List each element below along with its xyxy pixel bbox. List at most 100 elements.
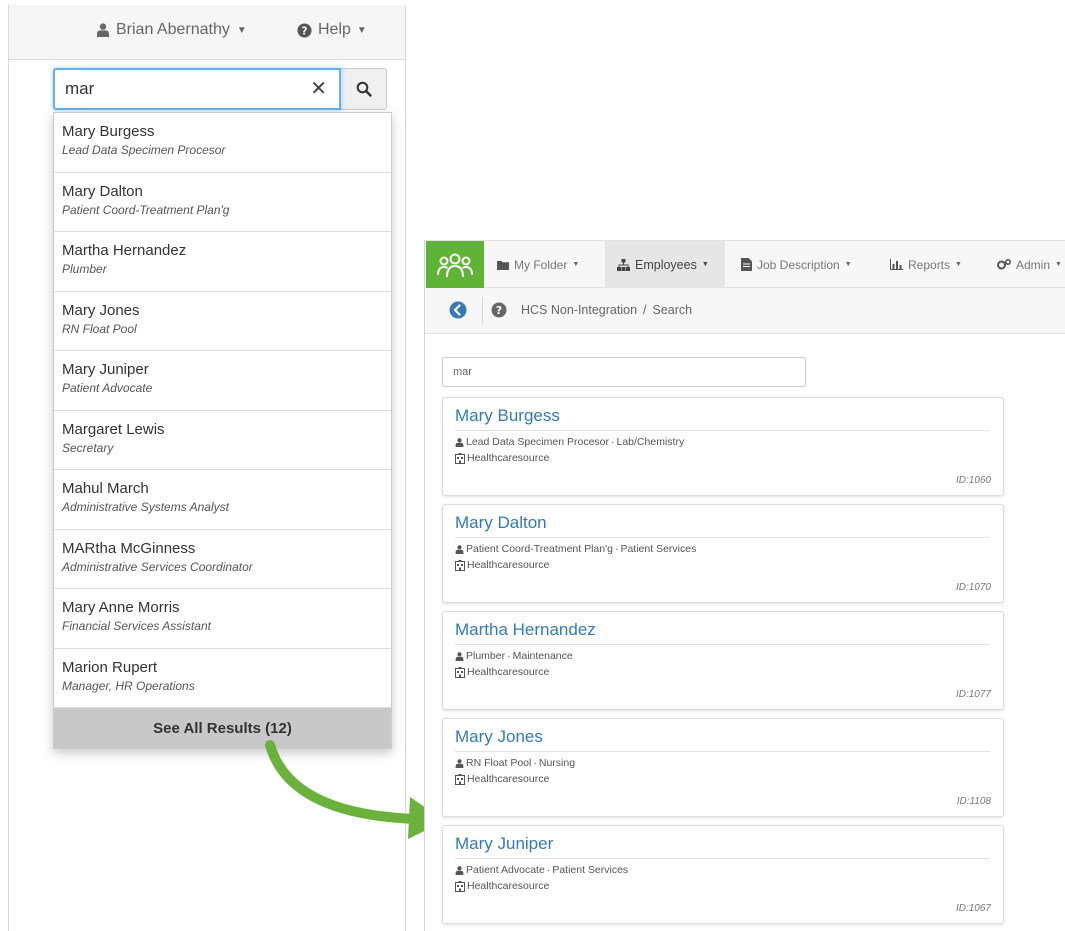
card-divider bbox=[455, 858, 990, 859]
dropdown-item[interactable]: Martha Hernandez Plumber bbox=[54, 232, 391, 292]
back-arrow-icon[interactable] bbox=[449, 301, 467, 319]
navbar: My Folder ▼ Employees ▼ Job Description … bbox=[425, 240, 1065, 288]
dropdown-item-name: Martha Hernandez bbox=[62, 242, 187, 259]
dropdown-item[interactable]: Mary Jones RN Float Pool bbox=[54, 292, 391, 351]
building-icon bbox=[455, 773, 465, 785]
result-card[interactable]: Mary Juniper Patient Advocate · Patient … bbox=[442, 825, 1004, 924]
job-title: Lead Data Specimen Procesor bbox=[466, 436, 609, 448]
dropdown-item-title: Administrative Services Coordinator bbox=[62, 559, 253, 574]
organization: Healthcaresource bbox=[467, 773, 550, 785]
dropdown-item-name: Mary Dalton bbox=[62, 182, 143, 200]
nav-admin[interactable]: Admin ▼ bbox=[997, 241, 1062, 288]
building-icon bbox=[455, 559, 465, 571]
employee-id: ID:1108 bbox=[956, 796, 991, 807]
job-title: Patient Advocate bbox=[466, 864, 545, 876]
chevron-down-icon: ▼ bbox=[572, 261, 580, 268]
org-line: Healthcaresource bbox=[455, 666, 549, 678]
nav-job-description[interactable]: Job Description ▼ bbox=[741, 241, 852, 288]
employee-name-link[interactable]: Martha Hernandez bbox=[455, 620, 596, 640]
results-search-input[interactable] bbox=[442, 357, 806, 387]
department: Maintenance bbox=[512, 650, 573, 662]
sitemap-icon bbox=[617, 258, 630, 271]
chevron-down-icon: ▼ bbox=[356, 24, 367, 36]
search-input[interactable] bbox=[55, 70, 339, 108]
employee-name-link[interactable]: Mary Burgess bbox=[455, 406, 560, 426]
document-icon bbox=[741, 258, 752, 271]
job-title: Plumber bbox=[466, 650, 506, 662]
card-divider bbox=[455, 751, 990, 752]
dropdown-item-name: Mary Jones bbox=[62, 301, 140, 319]
dropdown-item[interactable]: Mary Juniper Patient Advocate bbox=[54, 351, 391, 411]
dropdown-item-title: Administrative Systems Analyst bbox=[62, 500, 229, 514]
employee-name-link[interactable]: Mary Jones bbox=[455, 727, 543, 747]
nav-label: Employees bbox=[635, 257, 697, 272]
top-bar: Brian Abernathy ▼ ? Help ▼ bbox=[9, 5, 405, 60]
building-icon bbox=[455, 666, 465, 678]
dropdown-item[interactable]: Mary Burgess Lead Data Specimen Procesor bbox=[54, 113, 391, 173]
search-button[interactable] bbox=[341, 68, 387, 110]
dropdown-item[interactable]: Mahul March Administrative Systems Analy… bbox=[54, 470, 391, 530]
brand-logo[interactable] bbox=[426, 241, 484, 288]
result-card[interactable]: Martha Hernandez Plumber · Maintenance H… bbox=[442, 611, 1004, 710]
dropdown-item-title: Patient Coord-Treatment Plan'g bbox=[62, 202, 230, 217]
svg-text:?: ? bbox=[496, 304, 502, 317]
chevron-down-icon: ▼ bbox=[955, 261, 962, 268]
dropdown-item-title: Patient Advocate bbox=[62, 381, 153, 395]
dropdown-item[interactable]: Mary Dalton Patient Coord-Treatment Plan… bbox=[54, 173, 391, 232]
people-group-icon bbox=[437, 253, 473, 277]
user-menu[interactable]: Brian Abernathy ▼ bbox=[97, 21, 247, 39]
user-icon bbox=[455, 865, 464, 875]
dropdown-item[interactable]: Margaret Lewis Secretary bbox=[54, 411, 391, 470]
dropdown-item-name: Margaret Lewis bbox=[62, 420, 165, 438]
job-line: Lead Data Specimen Procesor · Lab/Chemis… bbox=[455, 436, 684, 448]
clear-icon[interactable]: ✕ bbox=[310, 79, 327, 99]
nav-label: My Folder bbox=[514, 257, 568, 272]
user-icon bbox=[455, 651, 464, 661]
organization: Healthcaresource bbox=[467, 666, 550, 678]
dropdown-item[interactable]: MARtha McGinness Administrative Services… bbox=[54, 530, 391, 589]
card-divider bbox=[455, 537, 990, 538]
help-menu[interactable]: ? Help ▼ bbox=[297, 21, 367, 39]
employee-id: ID:1070 bbox=[955, 582, 991, 593]
breadcrumb-current: Search bbox=[652, 303, 693, 317]
card-divider bbox=[455, 644, 990, 645]
search-group: ✕ bbox=[53, 68, 392, 110]
search-input-wrap: ✕ bbox=[53, 68, 341, 110]
help-label: Help bbox=[318, 21, 351, 38]
employee-name-link[interactable]: Mary Dalton bbox=[455, 513, 547, 533]
result-card[interactable]: Mary Dalton Patient Coord-Treatment Plan… bbox=[442, 504, 1004, 603]
breadcrumb: ? HCS Non-Integration / Search bbox=[425, 288, 1065, 334]
result-card[interactable]: Mary Burgess Lead Data Specimen Procesor… bbox=[442, 397, 1004, 496]
nav-employees[interactable]: Employees ▼ bbox=[605, 241, 725, 288]
dropdown-item-title: Lead Data Specimen Procesor bbox=[62, 143, 226, 157]
meta-separator: · bbox=[611, 436, 615, 448]
dropdown-item[interactable]: Marion Rupert Manager, HR Operations bbox=[54, 649, 391, 708]
job-title: RN Float Pool bbox=[466, 757, 532, 769]
card-divider bbox=[455, 430, 990, 431]
dropdown-item-title: Financial Services Assistant bbox=[62, 619, 211, 633]
dropdown-item[interactable]: Mary Anne Morris Financial Services Assi… bbox=[54, 589, 391, 649]
job-line: Plumber · Maintenance bbox=[455, 650, 573, 662]
breadcrumb-root[interactable]: HCS Non-Integration bbox=[521, 303, 637, 317]
nav-reports[interactable]: Reports ▼ bbox=[890, 241, 962, 288]
meta-separator: · bbox=[546, 864, 551, 876]
org-line: Healthcaresource bbox=[455, 452, 549, 464]
employee-id: ID:1077 bbox=[955, 689, 991, 700]
dropdown-item-name: MARtha McGinness bbox=[62, 539, 196, 557]
dropdown-item-title: Secretary bbox=[62, 440, 114, 455]
bar-chart-icon bbox=[890, 259, 903, 270]
question-circle-icon[interactable]: ? bbox=[491, 302, 507, 318]
nav-my-folder[interactable]: My Folder ▼ bbox=[497, 241, 579, 288]
question-circle-icon: ? bbox=[297, 22, 312, 38]
user-name: Brian Abernathy bbox=[116, 21, 230, 38]
meta-separator: · bbox=[533, 757, 537, 769]
employee-name-link[interactable]: Mary Juniper bbox=[455, 834, 553, 854]
dropdown-item-name: Mary Juniper bbox=[62, 361, 149, 378]
department: Nursing bbox=[538, 757, 576, 769]
org-line: Healthcaresource bbox=[455, 880, 549, 892]
organization: Healthcaresource bbox=[467, 452, 550, 464]
dropdown-item-name: Mahul March bbox=[62, 480, 149, 497]
nav-label: Reports bbox=[908, 257, 951, 272]
result-card[interactable]: Mary Jones RN Float Pool · Nursing Healt… bbox=[442, 718, 1004, 817]
cogs-icon bbox=[997, 259, 1011, 270]
